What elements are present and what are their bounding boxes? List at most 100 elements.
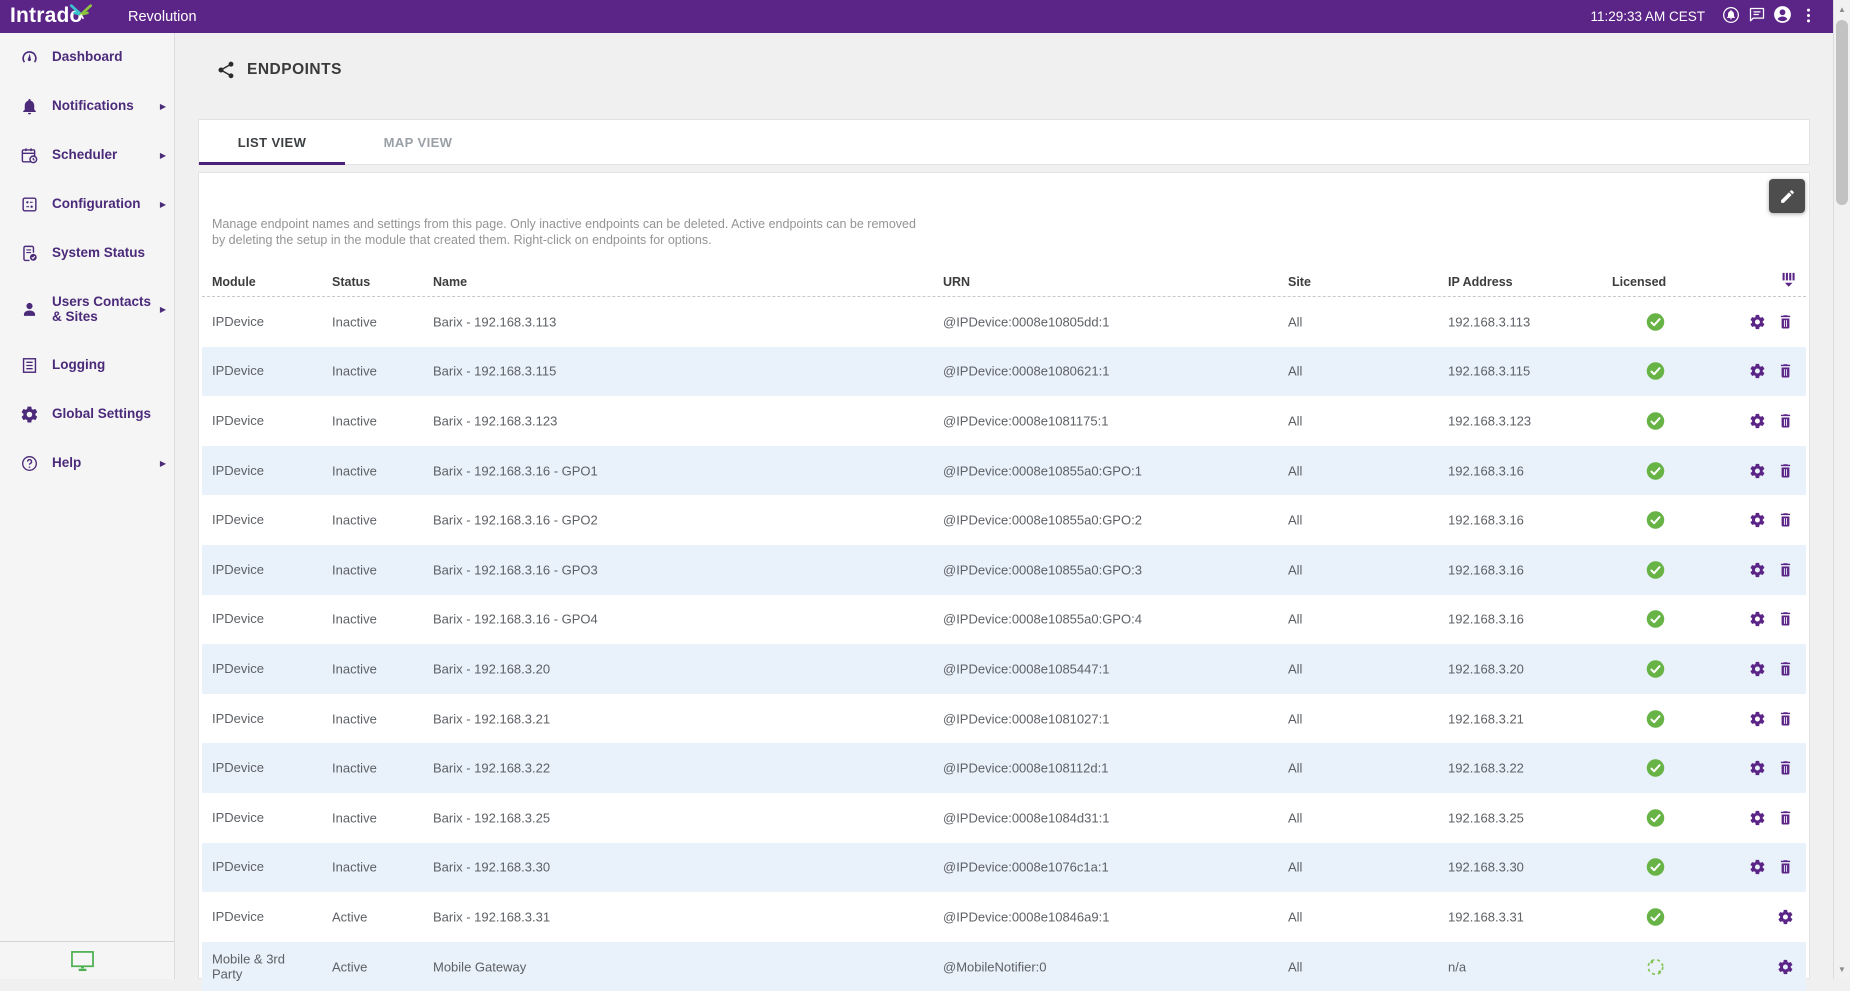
settings-gear-icon[interactable]	[1749, 512, 1766, 529]
chevron-right-icon: ▶	[160, 459, 166, 468]
table-row[interactable]: IPDeviceInactiveBarix - 192.168.3.16 - G…	[202, 595, 1806, 645]
table-row[interactable]: IPDeviceInactiveBarix - 192.168.3.113@IP…	[202, 297, 1806, 347]
column-filter-icon[interactable]	[1779, 269, 1799, 293]
table-row[interactable]: IPDeviceInactiveBarix - 192.168.3.20@IPD…	[202, 644, 1806, 694]
table-row[interactable]: IPDeviceInactiveBarix - 192.168.3.16 - G…	[202, 545, 1806, 595]
intrado-logo[interactable]: Intrado	[10, 0, 106, 33]
row-actions	[1749, 809, 1794, 826]
delete-trash-icon[interactable]	[1777, 512, 1794, 529]
sidebar-item-label: System Status	[52, 246, 166, 261]
tab-list-view[interactable]: LIST VIEW	[199, 120, 345, 164]
table-header: Module Status Name URN Site IP Address License…	[202, 268, 1806, 297]
licensed-check-icon	[1645, 361, 1666, 382]
cell-module: IPDevice	[212, 612, 316, 628]
edit-button[interactable]	[1769, 179, 1805, 213]
sidebar-item-system-status[interactable]: System Status	[0, 229, 174, 278]
table-row[interactable]: IPDeviceActiveBarix - 192.168.3.31@IPDev…	[202, 892, 1806, 942]
settings-gear-icon[interactable]	[1777, 908, 1794, 925]
monitor-status-icon[interactable]	[70, 950, 95, 972]
column-header-name[interactable]: Name	[433, 275, 467, 289]
settings-gear-icon[interactable]	[1749, 462, 1766, 479]
settings-gear-icon[interactable]	[1749, 611, 1766, 628]
cell-site: All	[1288, 860, 1302, 875]
column-header-licensed[interactable]: Licensed	[1612, 275, 1666, 289]
cell-name: Barix - 192.168.3.113	[433, 314, 556, 329]
settings-gear-icon[interactable]	[1749, 363, 1766, 380]
table-row[interactable]: IPDeviceInactiveBarix - 192.168.3.16 - G…	[202, 495, 1806, 545]
cell-ip-address: 192.168.3.30	[1448, 860, 1524, 875]
row-actions	[1749, 710, 1794, 727]
cell-name: Barix - 192.168.3.115	[433, 364, 556, 379]
sidebar-item-configuration[interactable]: Configuration▶	[0, 180, 174, 229]
cell-status: Inactive	[332, 364, 377, 379]
scroll-down-icon[interactable]: ▼	[1834, 965, 1850, 974]
delete-trash-icon[interactable]	[1777, 809, 1794, 826]
cell-module: IPDevice	[212, 760, 316, 776]
delete-trash-icon[interactable]	[1777, 313, 1794, 330]
table-row[interactable]: IPDeviceInactiveBarix - 192.168.3.30@IPD…	[202, 843, 1806, 893]
app-root: { "colors": { "brand_purple": "#5b2487",…	[0, 0, 1850, 979]
sidebar-item-logging[interactable]: Logging	[0, 341, 174, 390]
chat-icon[interactable]	[1746, 4, 1767, 25]
sidebar-item-help[interactable]: Help▶	[0, 439, 174, 488]
cell-site: All	[1288, 711, 1302, 726]
delete-trash-icon[interactable]	[1777, 412, 1794, 429]
cell-site: All	[1288, 463, 1302, 478]
sidebar-item-users-contacts-sites[interactable]: Users Contacts & Sites▶	[0, 278, 174, 341]
table-row[interactable]: IPDeviceInactiveBarix - 192.168.3.21@IPD…	[202, 694, 1806, 744]
cell-module: IPDevice	[212, 711, 316, 727]
table-row[interactable]: IPDeviceInactiveBarix - 192.168.3.115@IP…	[202, 347, 1806, 397]
sidebar-item-dashboard[interactable]: Dashboard	[0, 33, 174, 82]
delete-trash-icon[interactable]	[1777, 760, 1794, 777]
column-header-site[interactable]: Site	[1288, 275, 1311, 289]
kebab-menu-icon[interactable]	[1798, 5, 1819, 26]
sidebar-item-label: Notifications	[52, 99, 158, 114]
sidebar-item-scheduler[interactable]: Scheduler▶	[0, 131, 174, 180]
cell-module: IPDevice	[212, 463, 316, 479]
settings-gear-icon[interactable]	[1777, 958, 1794, 975]
license-pending-icon	[1645, 956, 1666, 977]
table-row[interactable]: Mobile & 3rd PartyActiveMobile Gateway@M…	[202, 942, 1806, 991]
delete-trash-icon[interactable]	[1777, 710, 1794, 727]
sidebar-footer	[0, 941, 174, 979]
settings-gear-icon[interactable]	[1749, 313, 1766, 330]
settings-gear-icon[interactable]	[1749, 412, 1766, 429]
account-icon[interactable]	[1772, 4, 1793, 25]
table-row[interactable]: IPDeviceInactiveBarix - 192.168.3.25@IPD…	[202, 793, 1806, 843]
vertical-scrollbar[interactable]: ▲ ▼	[1833, 0, 1850, 979]
top-bar: Intrado Revolution 11:29:33 AM CEST	[0, 0, 1833, 33]
settings-gear-icon[interactable]	[1749, 859, 1766, 876]
cell-urn: @MobileNotifier:0	[943, 959, 1047, 974]
settings-gear-icon[interactable]	[1749, 809, 1766, 826]
settings-gear-icon[interactable]	[1749, 561, 1766, 578]
column-header-status[interactable]: Status	[332, 275, 370, 289]
sidebar-item-notifications[interactable]: Notifications▶	[0, 82, 174, 131]
cell-name: Barix - 192.168.3.25	[433, 810, 550, 825]
delete-trash-icon[interactable]	[1777, 561, 1794, 578]
cell-site: All	[1288, 810, 1302, 825]
delete-trash-icon[interactable]	[1777, 363, 1794, 380]
row-actions	[1777, 908, 1794, 925]
column-header-module[interactable]: Module	[212, 275, 256, 289]
settings-gear-icon[interactable]	[1749, 660, 1766, 677]
cell-status: Inactive	[332, 860, 377, 875]
table-row[interactable]: IPDeviceInactiveBarix - 192.168.3.123@IP…	[202, 396, 1806, 446]
alarm-icon[interactable]	[1720, 4, 1741, 25]
scroll-up-icon[interactable]: ▲	[1834, 5, 1850, 14]
cell-status: Inactive	[332, 661, 377, 676]
cell-site: All	[1288, 959, 1302, 974]
delete-trash-icon[interactable]	[1777, 611, 1794, 628]
cell-ip-address: 192.168.3.21	[1448, 711, 1524, 726]
settings-gear-icon[interactable]	[1749, 710, 1766, 727]
delete-trash-icon[interactable]	[1777, 859, 1794, 876]
column-header-urn[interactable]: URN	[943, 275, 970, 289]
column-header-ip[interactable]: IP Address	[1448, 275, 1513, 289]
table-row[interactable]: IPDeviceInactiveBarix - 192.168.3.16 - G…	[202, 446, 1806, 496]
tab-map-view[interactable]: MAP VIEW	[345, 120, 491, 164]
delete-trash-icon[interactable]	[1777, 462, 1794, 479]
table-row[interactable]: IPDeviceInactiveBarix - 192.168.3.22@IPD…	[202, 743, 1806, 793]
settings-gear-icon[interactable]	[1749, 760, 1766, 777]
scrollbar-thumb[interactable]	[1836, 20, 1848, 205]
sidebar-item-global-settings[interactable]: Global Settings	[0, 390, 174, 439]
delete-trash-icon[interactable]	[1777, 660, 1794, 677]
